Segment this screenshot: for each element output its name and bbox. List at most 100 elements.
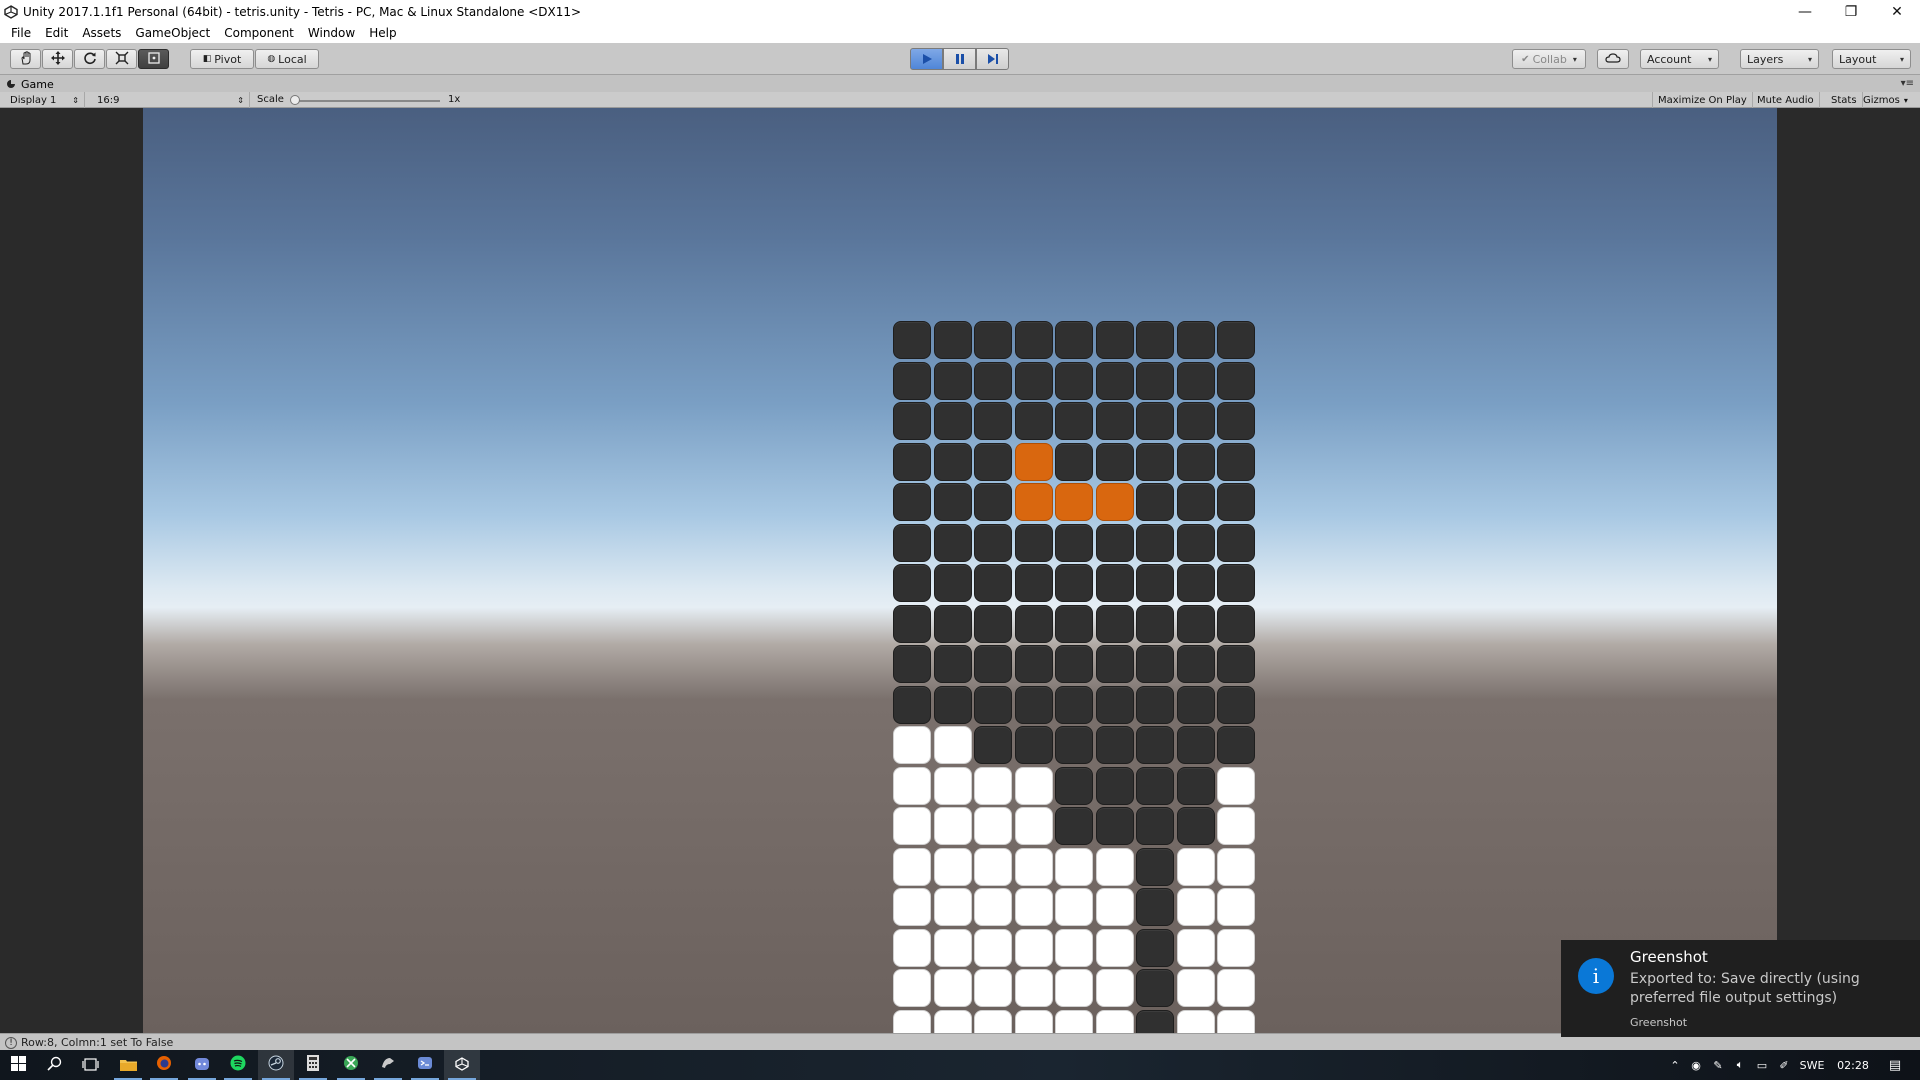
rect-tool-button[interactable] [138, 49, 169, 69]
board-cell-empty [1096, 645, 1134, 683]
volume-icon[interactable]: 🔈︎ [1729, 1058, 1751, 1072]
pivot-toggle[interactable]: ◧ Pivot [190, 49, 254, 69]
board-cell-empty [1136, 443, 1174, 481]
console-message[interactable]: Row:8, Colmn:1 set To False [21, 1036, 173, 1049]
system-tray: ⌃ ◉ ✎ 🔈︎ ▭ ✐ SWE 02:28 ▤ [1665, 1050, 1913, 1080]
step-button[interactable] [976, 48, 1009, 70]
taskbar-app[interactable] [370, 1050, 406, 1080]
board-cell-filled [1217, 969, 1255, 1007]
scale-slider-thumb[interactable] [290, 95, 300, 105]
start-button[interactable] [0, 1050, 36, 1080]
board-cell-filled [974, 767, 1012, 805]
board-cell-empty [1055, 321, 1093, 359]
layers-dropdown[interactable]: Layers ▾ [1740, 49, 1819, 69]
board-cell-empty [1055, 686, 1093, 724]
board-cell-empty [934, 362, 972, 400]
steam-tray-icon[interactable]: ◉ [1685, 1059, 1707, 1072]
action-center-icon[interactable]: ▤ [1877, 1058, 1913, 1073]
board-cell-empty [1055, 807, 1093, 845]
menu-edit[interactable]: Edit [38, 26, 75, 40]
maximize-on-play-toggle[interactable]: Maximize On Play [1652, 92, 1753, 108]
task-view-button[interactable] [72, 1050, 108, 1080]
board-cell-empty [974, 402, 1012, 440]
tab-menu-icon[interactable]: ▾≡ [1901, 78, 1914, 89]
move-tool-button[interactable] [42, 49, 73, 69]
board-cell-empty [1055, 645, 1093, 683]
board-cell-empty [1136, 848, 1174, 886]
network-icon[interactable]: ▭ [1751, 1059, 1773, 1072]
chevron-up-icon[interactable]: ⌃ [1665, 1059, 1685, 1072]
local-toggle[interactable]: ◍ Local [255, 49, 319, 69]
language-indicator[interactable]: SWE [1795, 1059, 1829, 1072]
clock[interactable]: 02:28 [1829, 1059, 1877, 1072]
board-cell-empty [1136, 362, 1174, 400]
taskbar-unity[interactable] [444, 1050, 480, 1080]
restore-button[interactable]: ❐ [1828, 0, 1874, 23]
board-cell-empty [934, 321, 972, 359]
board-cell-empty [1015, 362, 1053, 400]
unity-logo-icon [3, 4, 19, 20]
display-dropdown[interactable]: Display 1 ⇕ [5, 92, 85, 108]
gizmos-dropdown[interactable]: Gizmos ▾ [1858, 92, 1913, 108]
board-cell-filled [1015, 767, 1053, 805]
board-cell-filled [893, 767, 931, 805]
board-cell-empty [1136, 726, 1174, 764]
taskbar-spotify[interactable] [220, 1050, 256, 1080]
board-cell-empty [1136, 969, 1174, 1007]
taskbar-steam[interactable] [258, 1050, 294, 1080]
board-cell-empty [1136, 483, 1174, 521]
aspect-dropdown[interactable]: 16:9 ⇕ [92, 92, 250, 108]
board-cell-filled [1015, 888, 1053, 926]
taskbar-calculator[interactable] [295, 1050, 331, 1080]
taskbar-firefox[interactable] [146, 1050, 182, 1080]
board-cell-empty [1015, 402, 1053, 440]
scale-label: Scale [257, 94, 284, 105]
minimize-button[interactable]: — [1782, 0, 1828, 23]
visual-studio-icon [417, 1055, 433, 1075]
menu-window[interactable]: Window [301, 26, 362, 40]
board-cell-empty [974, 483, 1012, 521]
collab-dropdown[interactable]: ✔ Collab ▾ [1512, 49, 1586, 69]
discord-icon [194, 1056, 210, 1075]
mute-audio-toggle[interactable]: Mute Audio [1752, 92, 1820, 108]
board-cell-filled [893, 807, 931, 845]
menu-component[interactable]: Component [217, 26, 301, 40]
board-cell-empty [1055, 443, 1093, 481]
pen-icon[interactable]: ✎ [1707, 1059, 1729, 1072]
menu-file[interactable]: File [4, 26, 38, 40]
ink-workspace-icon[interactable]: ✐ [1773, 1059, 1795, 1072]
taskbar-discord[interactable] [184, 1050, 220, 1080]
search-button[interactable] [36, 1050, 72, 1080]
pause-button[interactable] [943, 48, 976, 70]
close-button[interactable]: ✕ [1874, 0, 1920, 23]
account-dropdown[interactable]: Account ▾ [1640, 49, 1719, 69]
board-cell-empty [1096, 767, 1134, 805]
menu-gameobject[interactable]: GameObject [128, 26, 217, 40]
menu-assets[interactable]: Assets [75, 26, 128, 40]
pivot-icon: ◧ [202, 54, 212, 64]
board-cell-empty [1015, 645, 1053, 683]
rotate-tool-button[interactable] [74, 49, 105, 69]
board-cell-empty [1096, 807, 1134, 845]
board-cell-filled [893, 888, 931, 926]
board-cell-filled [893, 848, 931, 886]
taskbar-visual-studio[interactable] [407, 1050, 443, 1080]
board-cell-empty [1177, 807, 1215, 845]
board-cell-empty [1136, 645, 1174, 683]
chevron-down-icon: ▾ [1707, 54, 1712, 64]
hand-tool-button[interactable] [10, 49, 41, 69]
board-cell-filled [893, 726, 931, 764]
taskbar-file-explorer[interactable] [110, 1050, 146, 1080]
board-cell-empty [1217, 402, 1255, 440]
scale-tool-button[interactable] [106, 49, 137, 69]
taskbar-xbox[interactable] [333, 1050, 369, 1080]
tab-game[interactable]: Game [6, 76, 54, 92]
play-button[interactable] [910, 48, 943, 70]
toast-notification[interactable]: i Greenshot Exported to: Save directly (… [1561, 940, 1920, 1037]
menu-help[interactable]: Help [362, 26, 403, 40]
game-viewport[interactable] [143, 108, 1777, 1048]
scale-slider-track[interactable] [292, 100, 440, 102]
notification-title: Greenshot [1630, 948, 1708, 966]
cloud-button[interactable] [1597, 49, 1629, 69]
layout-dropdown[interactable]: Layout ▾ [1832, 49, 1911, 69]
